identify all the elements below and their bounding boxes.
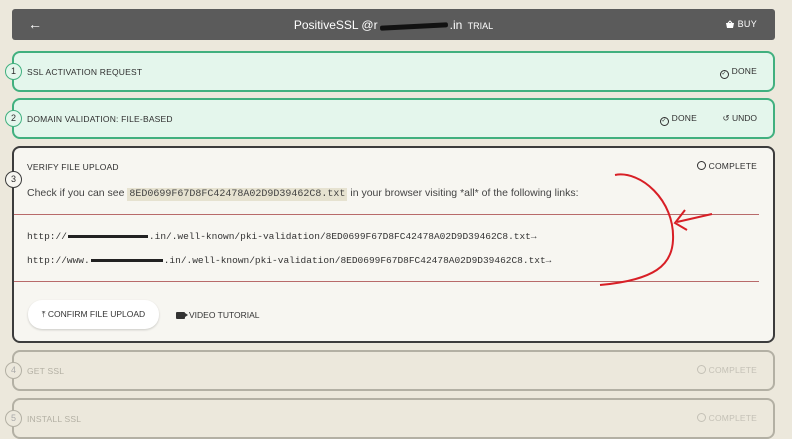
step-domain-validation[interactable]: 2 DOMAIN VALIDATION: FILE-BASED ✓ DONE ↺ … (5, 98, 775, 139)
circle-icon (696, 365, 706, 374)
circle-icon (696, 161, 706, 170)
validation-link[interactable]: http://www. .in/.well-known/pki-validatio… (27, 255, 551, 266)
step-get-ssl: 4 GET SSL COMPLETE (5, 350, 775, 391)
step-install-ssl: 5 INSTALL SSL COMPLETE (5, 398, 775, 439)
step-status: COMPLETE (696, 365, 757, 375)
title-prefix: PositiveSSL @r (293, 18, 378, 32)
title-suffix: .in (449, 18, 463, 32)
buy-label: BUY (737, 19, 757, 29)
step-number: 3 (5, 171, 22, 188)
trial-badge: TRIAL (467, 21, 494, 31)
step-label: GET SSL (27, 366, 65, 376)
validation-link[interactable]: http://.in/.well-known/pki-validation/8E… (27, 231, 537, 242)
step-number: 4 (5, 362, 22, 379)
undo-button[interactable]: ↺ UNDO (722, 113, 757, 124)
step-status: ✓ DONE (659, 113, 697, 126)
redacted-domain (67, 234, 148, 238)
validation-filename: 8ED0699F67D8FC42478A02D9D39462C8.txt (127, 188, 348, 201)
step-number: 1 (5, 63, 22, 80)
step-label: VERIFY FILE UPLOAD (27, 162, 119, 172)
complete-button[interactable]: COMPLETE (696, 161, 757, 171)
step-status: ✓ DONE (719, 66, 757, 79)
step-label: SSL ACTIVATION REQUEST (27, 67, 143, 77)
step-label: INSTALL SSL (27, 414, 82, 424)
step-number: 2 (5, 110, 22, 127)
video-tutorial-link[interactable]: VIDEO TUTORIAL (176, 310, 260, 320)
header-bar: ← PositiveSSL @r .in TRIAL BUY (12, 9, 775, 40)
circle-icon (696, 413, 706, 422)
confirm-file-upload-button[interactable]: ⤒ CONFIRM FILE UPLOAD (28, 300, 159, 329)
redacted-domain (90, 258, 163, 262)
buy-button[interactable]: BUY (725, 19, 757, 29)
step-status: COMPLETE (696, 413, 757, 423)
verify-instructions: Check if you can see 8ED0699F67D8FC42478… (27, 187, 579, 201)
check-circle-icon: ✓ (719, 70, 729, 79)
step-label: DOMAIN VALIDATION: FILE-BASED (27, 114, 173, 124)
validation-links: http://.in/.well-known/pki-validation/8E… (14, 214, 759, 282)
basket-icon (725, 20, 734, 28)
step-verify-file-upload: 3 VERIFY FILE UPLOAD COMPLETE Check if y… (5, 146, 775, 343)
video-camera-icon (176, 312, 188, 319)
page-title: PositiveSSL @r .in TRIAL (12, 18, 775, 32)
step-number: 5 (5, 410, 22, 427)
check-circle-icon: ✓ (659, 117, 669, 126)
redacted-domain (378, 21, 450, 31)
step-ssl-activation[interactable]: 1 SSL ACTIVATION REQUEST ✓ DONE (5, 51, 775, 92)
undo-icon: ↺ (722, 113, 732, 123)
